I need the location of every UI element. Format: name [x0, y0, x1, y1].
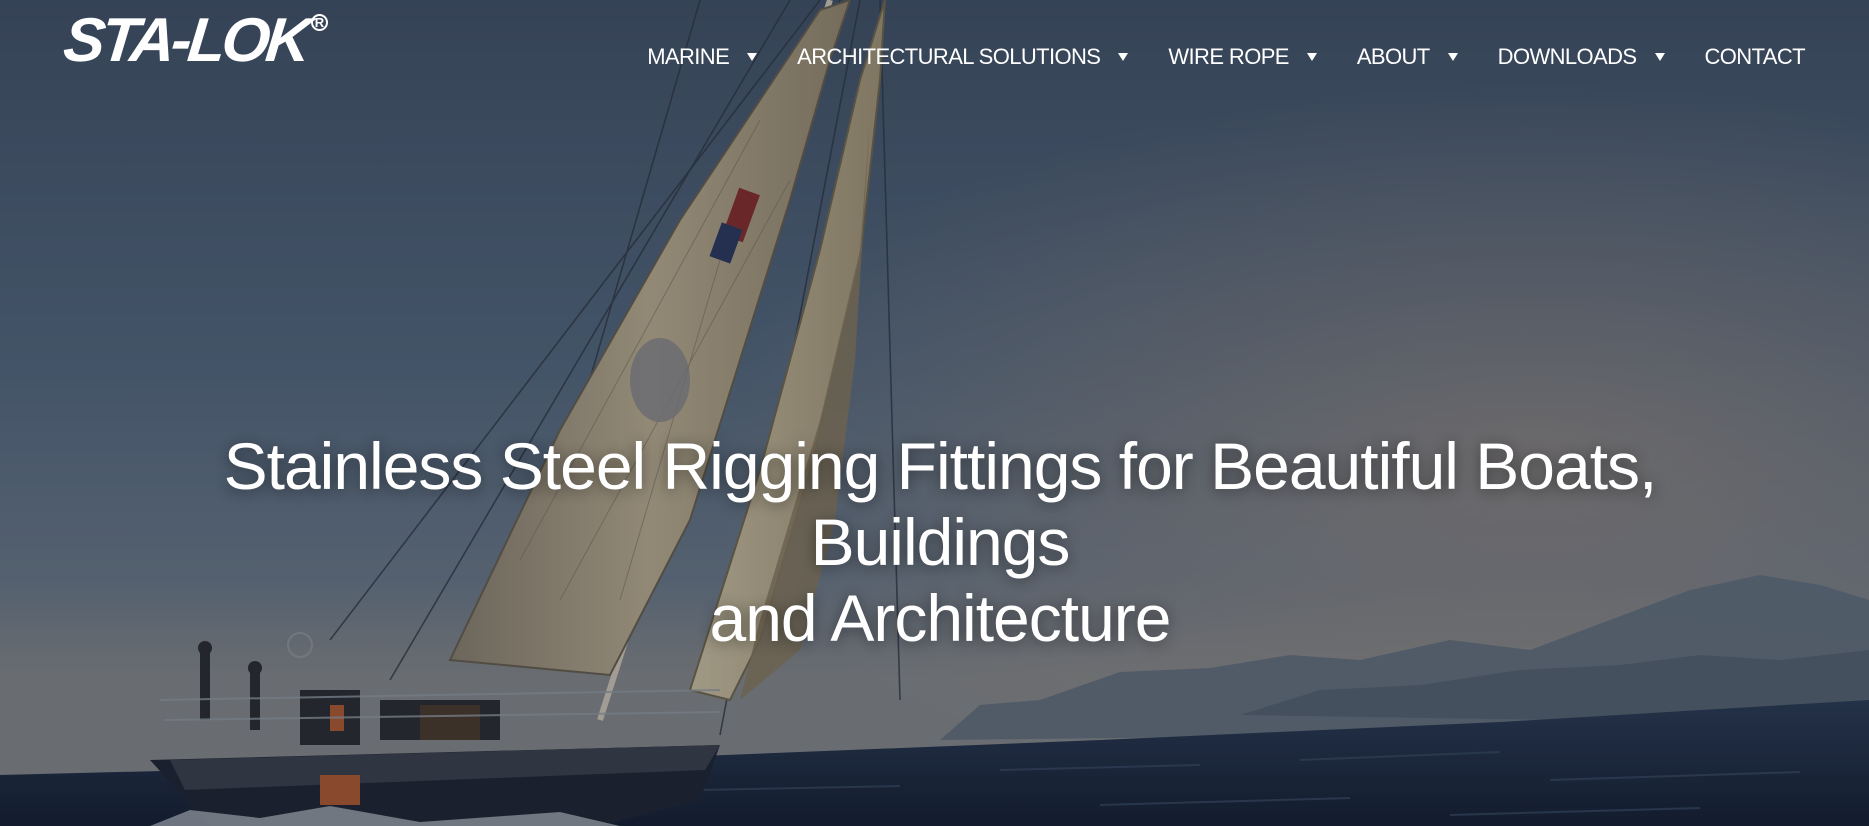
- dropdown-caret-icon: [1306, 53, 1317, 61]
- hero-section: STA-LOK R MARINE ARCHITECTURAL SOLUTIONS…: [0, 0, 1869, 826]
- dropdown-caret-icon: [1118, 53, 1129, 61]
- dropdown-caret-icon: [1654, 53, 1665, 61]
- nav-item-label: WIRE ROPE: [1168, 44, 1289, 69]
- nav-item-label: ARCHITECTURAL SOLUTIONS: [797, 44, 1101, 69]
- nav-item-label: ABOUT: [1356, 44, 1430, 69]
- logo-wordmark: STA-LOK: [60, 6, 311, 75]
- nav-item-marine[interactable]: MARINE: [647, 44, 758, 70]
- nav-item-label: CONTACT: [1704, 44, 1806, 69]
- hero-headline: Stainless Steel Rigging Fittings for Bea…: [140, 428, 1740, 656]
- sta-lok-logo[interactable]: STA-LOK R: [60, 6, 328, 75]
- nav-item-about[interactable]: ABOUT: [1357, 44, 1458, 70]
- nav-item-architectural-solutions[interactable]: ARCHITECTURAL SOLUTIONS: [797, 44, 1129, 70]
- nav-item-downloads[interactable]: DOWNLOADS: [1498, 44, 1665, 70]
- nav-item-label: DOWNLOADS: [1497, 44, 1637, 69]
- nav-item-wire-rope[interactable]: WIRE ROPE: [1168, 44, 1317, 70]
- hero-headline-line-1: Stainless Steel Rigging Fittings for Bea…: [223, 429, 1658, 579]
- nav-item-label: MARINE: [647, 44, 730, 69]
- registered-trademark-icon: R: [310, 14, 328, 31]
- hero-dark-overlay: [0, 0, 1869, 826]
- dropdown-caret-icon: [747, 53, 758, 61]
- main-navigation: MARINE ARCHITECTURAL SOLUTIONS WIRE ROPE…: [647, 44, 1805, 70]
- dropdown-caret-icon: [1447, 53, 1458, 61]
- nav-item-contact[interactable]: CONTACT: [1705, 44, 1806, 70]
- hero-headline-line-2: and Architecture: [709, 581, 1172, 655]
